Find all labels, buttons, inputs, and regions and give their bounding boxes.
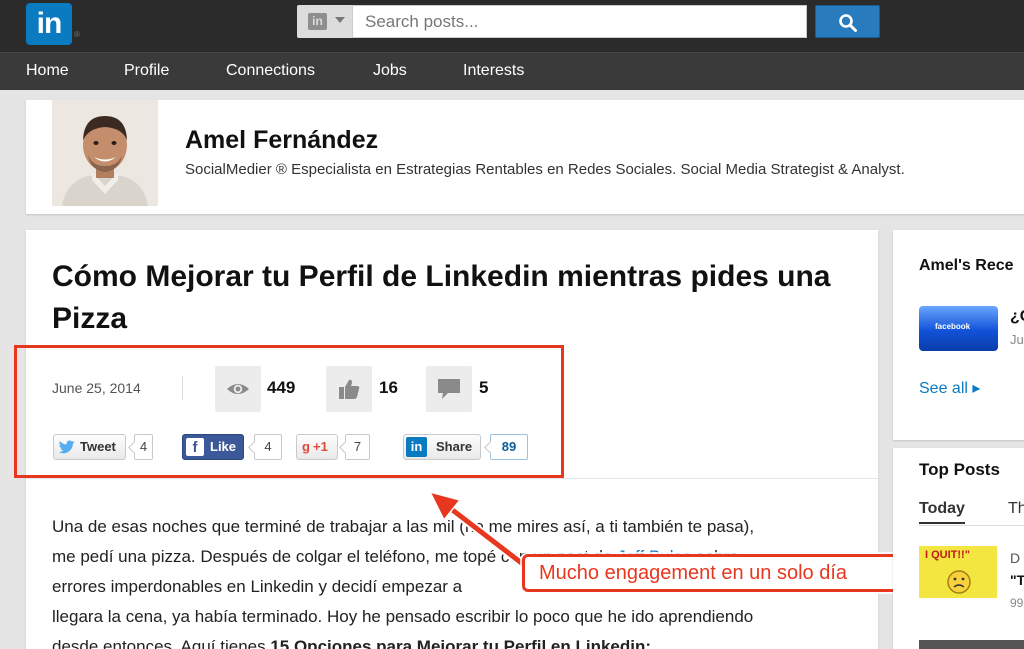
top-post-title[interactable]: "T [1010,572,1024,588]
search-button[interactable] [815,5,880,38]
top-posts-title: Top Posts [919,460,1000,479]
nav-item-interests[interactable]: Interests [463,53,524,91]
see-all-link[interactable]: See all ▸ [919,378,980,398]
top-post-author: D [1010,550,1021,566]
recent-post-title[interactable]: ¿C [1010,308,1024,326]
nav-item-jobs[interactable]: Jobs [373,53,407,91]
profile-name[interactable]: Amel Fernández [185,126,378,155]
article-title: Cómo Mejorar tu Perfil de Linkedin mient… [52,260,831,335]
search-scope-dropdown[interactable]: in [297,5,352,38]
recent-post-date: Ju [1010,332,1024,347]
thumbnail-text: facebook [935,322,971,331]
body-bold-text: 15 Opciones para Mejorar tu Perfil en Li… [270,637,652,649]
body-line: llegara la cena, ya había terminado. Hoy… [52,607,754,626]
sad-face-icon [947,570,971,594]
top-bar: in ® in [0,0,1024,52]
top-post-count: 99 [1010,596,1024,610]
registered-mark: ® [74,30,80,39]
profile-card [26,100,1024,214]
linkedin-mini-icon: in [308,13,327,30]
divider [919,525,1024,526]
tab-other[interactable]: Th [1008,500,1024,518]
search-input[interactable] [352,5,807,38]
nav-item-home[interactable]: Home [26,53,69,91]
nav-item-connections[interactable]: Connections [226,53,315,91]
search-icon [839,14,857,32]
divider [26,478,878,479]
body-text: desde entonces. Aquí tienes [52,637,271,649]
recent-post-thumbnail[interactable]: facebook [919,306,998,351]
recent-posts-title: Amel's Rece [919,257,1014,274]
callout-text: Mucho engagement en un solo día [539,562,847,584]
main-nav: Home Profile Connections Jobs Interests [0,52,1024,90]
tab-today[interactable]: Today [919,500,965,524]
profile-headline: SocialMedier ® Especialista en Estrategi… [185,161,905,178]
top-post-thumbnail[interactable]: I QUIT!!" [919,546,997,598]
nav-item-profile[interactable]: Profile [124,53,169,91]
avatar-portrait [52,100,158,206]
next-post-thumbnail[interactable] [919,640,1024,649]
linkedin-logo[interactable]: in [26,3,72,45]
body-line: desde entonces. Aquí tienes 15 Opciones … [52,632,852,649]
highlight-box [14,345,564,478]
avatar[interactable] [52,100,158,206]
chevron-down-icon [335,17,345,23]
annotation-callout: Mucho engagement en un solo día [522,554,932,592]
